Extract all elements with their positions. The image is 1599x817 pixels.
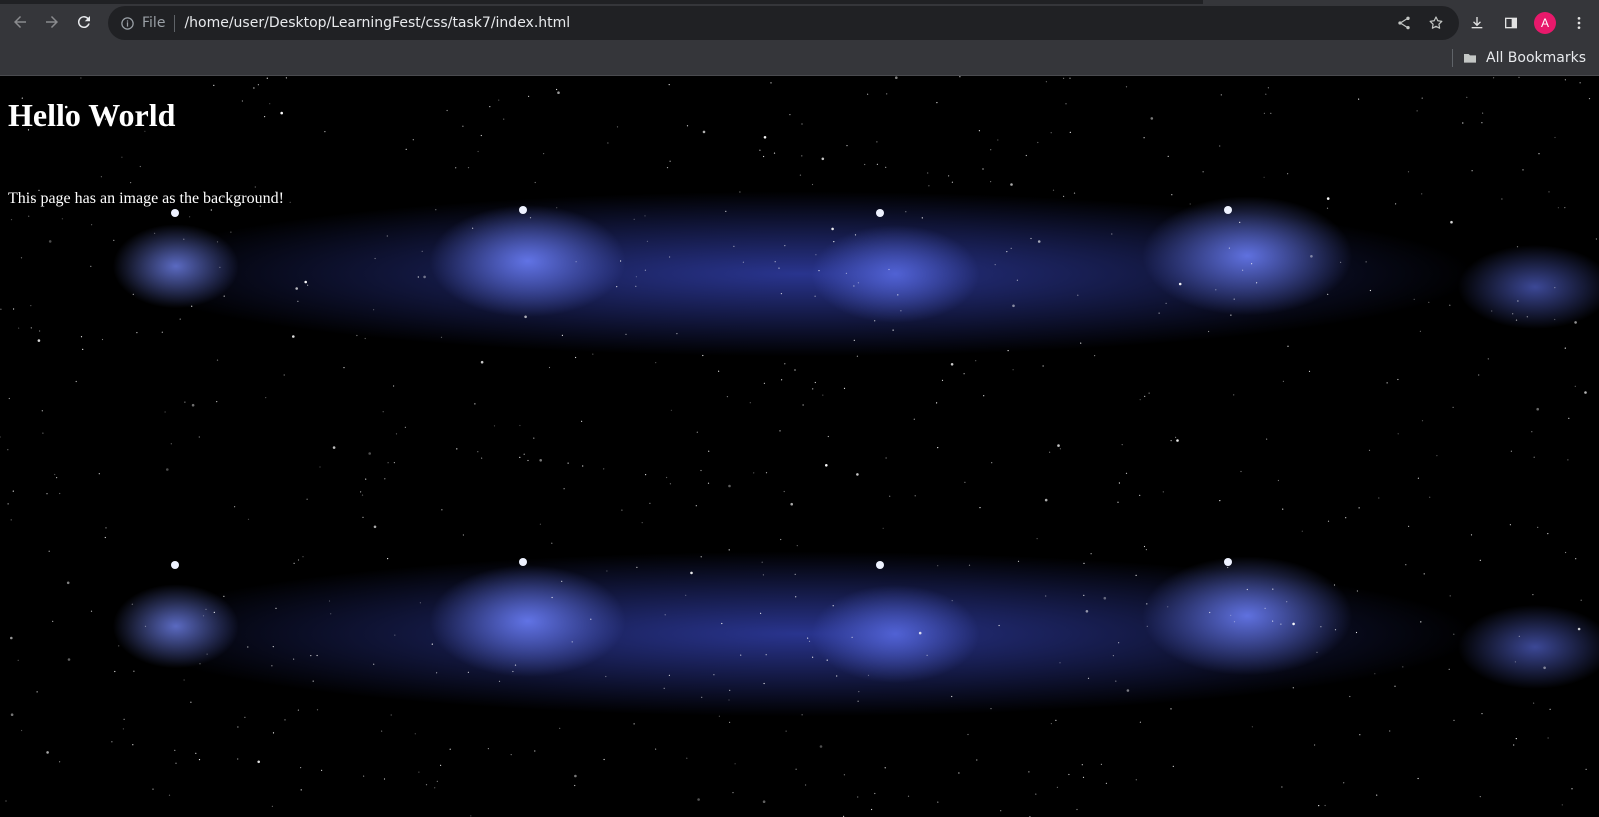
page-paragraph: This page has an image as the background… xyxy=(8,190,284,207)
browser-toolbar: File /home/user/Desktop/LearningFest/css… xyxy=(0,6,1599,42)
kebab-menu-icon[interactable] xyxy=(1568,12,1590,34)
tab-strip xyxy=(0,0,1203,4)
reload-button[interactable] xyxy=(68,6,100,38)
share-icon[interactable] xyxy=(1393,12,1415,34)
all-bookmarks-label: All Bookmarks xyxy=(1486,50,1587,66)
bookmarks-divider xyxy=(1452,49,1453,67)
bookmarks-bar: All Bookmarks xyxy=(0,44,1599,74)
reload-icon xyxy=(77,16,90,29)
browser-chrome: File /home/user/Desktop/LearningFest/css… xyxy=(0,0,1599,76)
address-bar[interactable]: File /home/user/Desktop/LearningFest/css… xyxy=(108,6,1459,40)
address-url[interactable]: /home/user/Desktop/LearningFest/css/task… xyxy=(184,15,570,31)
address-divider xyxy=(174,14,176,32)
browser-right-tools: A xyxy=(1466,6,1590,40)
page-heading: Hello World xyxy=(8,97,176,133)
all-bookmarks-button[interactable]: All Bookmarks xyxy=(1462,46,1586,70)
forward-arrow-icon xyxy=(46,16,58,28)
download-icon[interactable] xyxy=(1466,12,1488,34)
address-bar-actions xyxy=(1393,6,1447,40)
profile-avatar[interactable]: A xyxy=(1534,12,1556,34)
back-arrow-icon xyxy=(14,16,26,28)
info-icon[interactable] xyxy=(118,14,136,32)
page-content: Hello World This page has an image as th… xyxy=(8,76,284,208)
side-panel-icon[interactable] xyxy=(1500,12,1522,34)
star-icon[interactable] xyxy=(1425,12,1447,34)
address-scheme: File xyxy=(142,15,166,31)
page-viewport: Hello World This page has an image as th… xyxy=(0,76,1599,817)
back-button[interactable] xyxy=(4,6,36,38)
forward-button[interactable] xyxy=(36,6,68,38)
folder-icon xyxy=(1464,54,1476,63)
